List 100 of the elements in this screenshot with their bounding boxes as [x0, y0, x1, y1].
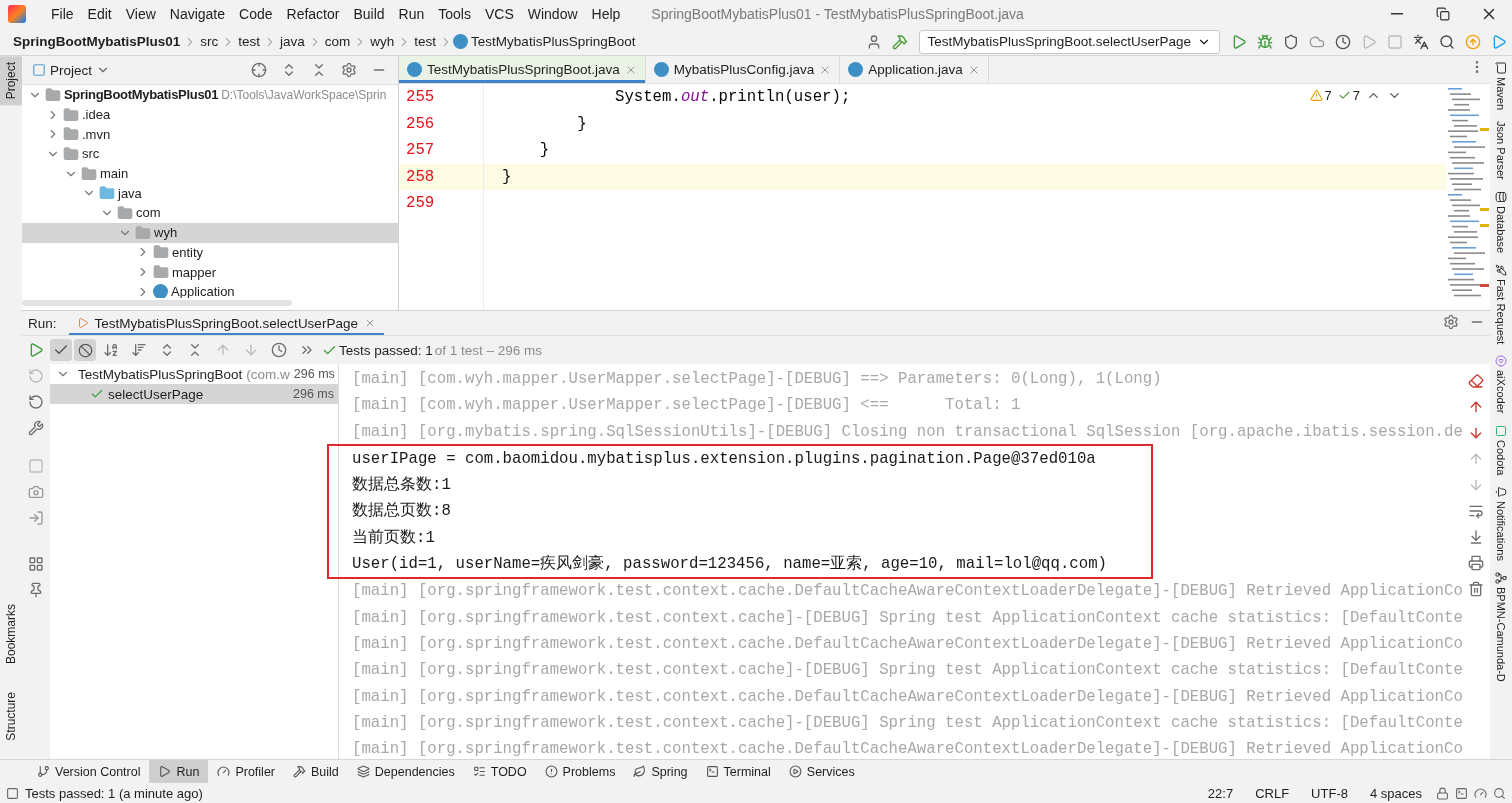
editor-tab[interactable]: MybatisPlusConfig.java	[645, 56, 841, 83]
terminal-icon	[705, 765, 719, 778]
tree-item-label: Application	[171, 284, 235, 298]
test-package: (com.w	[246, 366, 290, 382]
menu-item[interactable]: Refactor	[279, 6, 347, 22]
menu-item[interactable]: Navigate	[162, 6, 233, 22]
editor-tab[interactable]: Application.java	[840, 56, 989, 83]
folder-icon	[63, 145, 79, 162]
tool-window-tab[interactable]: Run	[149, 760, 209, 783]
tool-window-button[interactable]: Database	[1490, 188, 1512, 255]
panel-title[interactable]: Project	[50, 62, 93, 78]
breadcrumb[interactable]: wyh	[367, 34, 398, 49]
tree-item[interactable]: .mvn	[22, 124, 398, 145]
breadcrumb[interactable]: com	[321, 34, 354, 49]
breadcrumb[interactable]: test	[235, 34, 264, 49]
menu-item[interactable]: Window	[520, 6, 585, 22]
console-line: [main] [org.springframework.test.context.cache.DefaultCacheAwareContextLoaderDelegate]-[DEBUG] Retrieved ApplicationCo	[352, 581, 1462, 603]
branch-icon	[37, 765, 50, 778]
tool-window-tab[interactable]: TODO	[463, 760, 536, 783]
tool-window-button[interactable]: Structure	[0, 686, 22, 747]
tool-window-tab[interactable]: Profiler	[208, 760, 284, 783]
menu-item[interactable]: View	[118, 6, 163, 22]
tree-item-label: mapper	[172, 264, 217, 280]
menu-item[interactable]: Run	[391, 6, 432, 22]
tree-item[interactable]: com	[22, 203, 398, 223]
panel-toggle-icon[interactable]	[6, 786, 19, 800]
breadcrumb[interactable]: src	[197, 34, 222, 49]
tool-window-button[interactable]: Codota	[1490, 422, 1512, 478]
menu-item[interactable]: File	[44, 6, 81, 22]
tree-item[interactable]: entity	[22, 242, 398, 263]
tool-window-tab[interactable]: Version Control	[28, 760, 150, 783]
tree-item[interactable]: java	[22, 183, 398, 204]
line-number: 255	[405, 87, 436, 108]
tool-window-tab[interactable]: Spring	[624, 760, 697, 783]
tool-window-button[interactable]: aiXcoder	[1490, 353, 1512, 416]
status-item[interactable]: 22:7	[1199, 785, 1242, 801]
tree-item[interactable]: .idea	[22, 104, 398, 125]
tree-item[interactable]: wyh	[22, 222, 398, 243]
run-configuration-dropdown[interactable]: TestMybatisPlusSpringBoot.selectUserPage	[918, 29, 1220, 54]
warning-count[interactable]: 7	[1309, 88, 1332, 103]
line-number: 257	[405, 140, 436, 161]
status-message: Tests passed: 1 (a minute ago)	[25, 785, 204, 801]
console-line: [main] [org.mybatis.spring.SqlSessionUtils]-[DEBUG] Closing non transactional SqlSession [org.apache.ibatis.session.de	[352, 421, 1462, 443]
show-passed-toggle[interactable]	[50, 339, 72, 361]
console-line: 数据总条数:1	[352, 475, 452, 497]
run-tab[interactable]: TestMybatisPlusSpringBoot.selectUserPage	[68, 311, 384, 335]
tree-item[interactable]: Application	[22, 281, 398, 298]
test-duration: 296 ms	[293, 367, 335, 381]
menu-item[interactable]: Tools	[431, 6, 478, 22]
tree-item[interactable]: mapper	[22, 262, 398, 282]
tool-window-tab[interactable]: Problems	[535, 760, 625, 783]
status-item[interactable]: 4 spaces	[1361, 785, 1430, 801]
test-summary: Tests passed: 1	[339, 342, 433, 358]
breadcrumb[interactable]: TestMybatisPlusSpringBoot	[468, 34, 639, 49]
warning-icon	[1309, 89, 1323, 102]
gauge-icon[interactable]	[1474, 786, 1487, 800]
show-ignored-toggle[interactable]	[74, 339, 96, 361]
tool-window-button[interactable]: Maven	[1490, 60, 1512, 113]
status-item[interactable]: CRLF	[1247, 785, 1298, 801]
minimize-icon	[1391, 13, 1403, 15]
layers-icon	[356, 765, 370, 778]
breadcrumb[interactable]: test	[411, 34, 440, 49]
breadcrumb[interactable]: SpringBootMybatisPlus01	[10, 34, 184, 49]
weak-warning-count[interactable]: 7	[1337, 88, 1360, 103]
code-line: System.out.println(user);	[613, 87, 851, 108]
tool-window-tab[interactable]: Terminal	[696, 760, 780, 783]
scrollbar[interactable]	[22, 300, 292, 306]
breadcrumb[interactable]: java	[277, 34, 308, 49]
menu-item[interactable]: Build	[346, 6, 392, 22]
status-item[interactable]: UTF-8	[1303, 785, 1356, 801]
menu-item[interactable]: Help	[584, 6, 628, 22]
test-item[interactable]: selectUserPage 296 ms	[50, 384, 338, 404]
editor-tab[interactable]: TestMybatisPlusSpringBoot.java	[399, 56, 646, 83]
tool-window-button[interactable]: BPMN-Camunda-D	[1490, 570, 1512, 684]
tree-item[interactable]: main	[22, 163, 398, 184]
tool-window-button[interactable]: Bookmarks	[0, 598, 22, 671]
console-line: userIPage = com.baomidou.mybatisplus.extension.plugins.pagination.Page@37ed010a	[352, 448, 1097, 470]
play-icon	[158, 765, 172, 778]
gauge-icon	[217, 765, 231, 778]
search-icon[interactable]	[1493, 786, 1506, 800]
tool-window-button[interactable]: Project	[0, 56, 22, 106]
tree-item[interactable]: src	[22, 144, 398, 164]
lock-icon[interactable]	[1436, 786, 1449, 800]
tool-window-button[interactable]: Notifications	[1490, 484, 1512, 564]
tool-window-button[interactable]: Json Parser	[1490, 119, 1512, 182]
tool-window-button[interactable]: Fast Request	[1490, 261, 1512, 347]
terminal-icon[interactable]	[1455, 786, 1468, 800]
passed-icon	[90, 387, 104, 401]
menu-item[interactable]: Edit	[80, 6, 119, 22]
test-summary-detail: of 1 test – 296 ms	[434, 342, 543, 358]
tool-window-tab[interactable]: Dependencies	[347, 760, 464, 783]
restore-icon	[1436, 7, 1450, 21]
menu-item[interactable]: Code	[232, 6, 280, 22]
tree-item[interactable]: SpringBootMybatisPlus01 D:\Tools\JavaWorkSpace\Sprin	[22, 85, 398, 105]
test-item[interactable]: TestMybatisPlusSpringBoot (com.w 296 ms	[50, 364, 338, 384]
tool-window-tab[interactable]: Build	[284, 760, 348, 783]
run-config-icon	[76, 317, 89, 329]
menu-item[interactable]: VCS	[477, 6, 521, 22]
list-icon	[472, 765, 486, 778]
tool-window-tab[interactable]: Services	[779, 760, 864, 783]
